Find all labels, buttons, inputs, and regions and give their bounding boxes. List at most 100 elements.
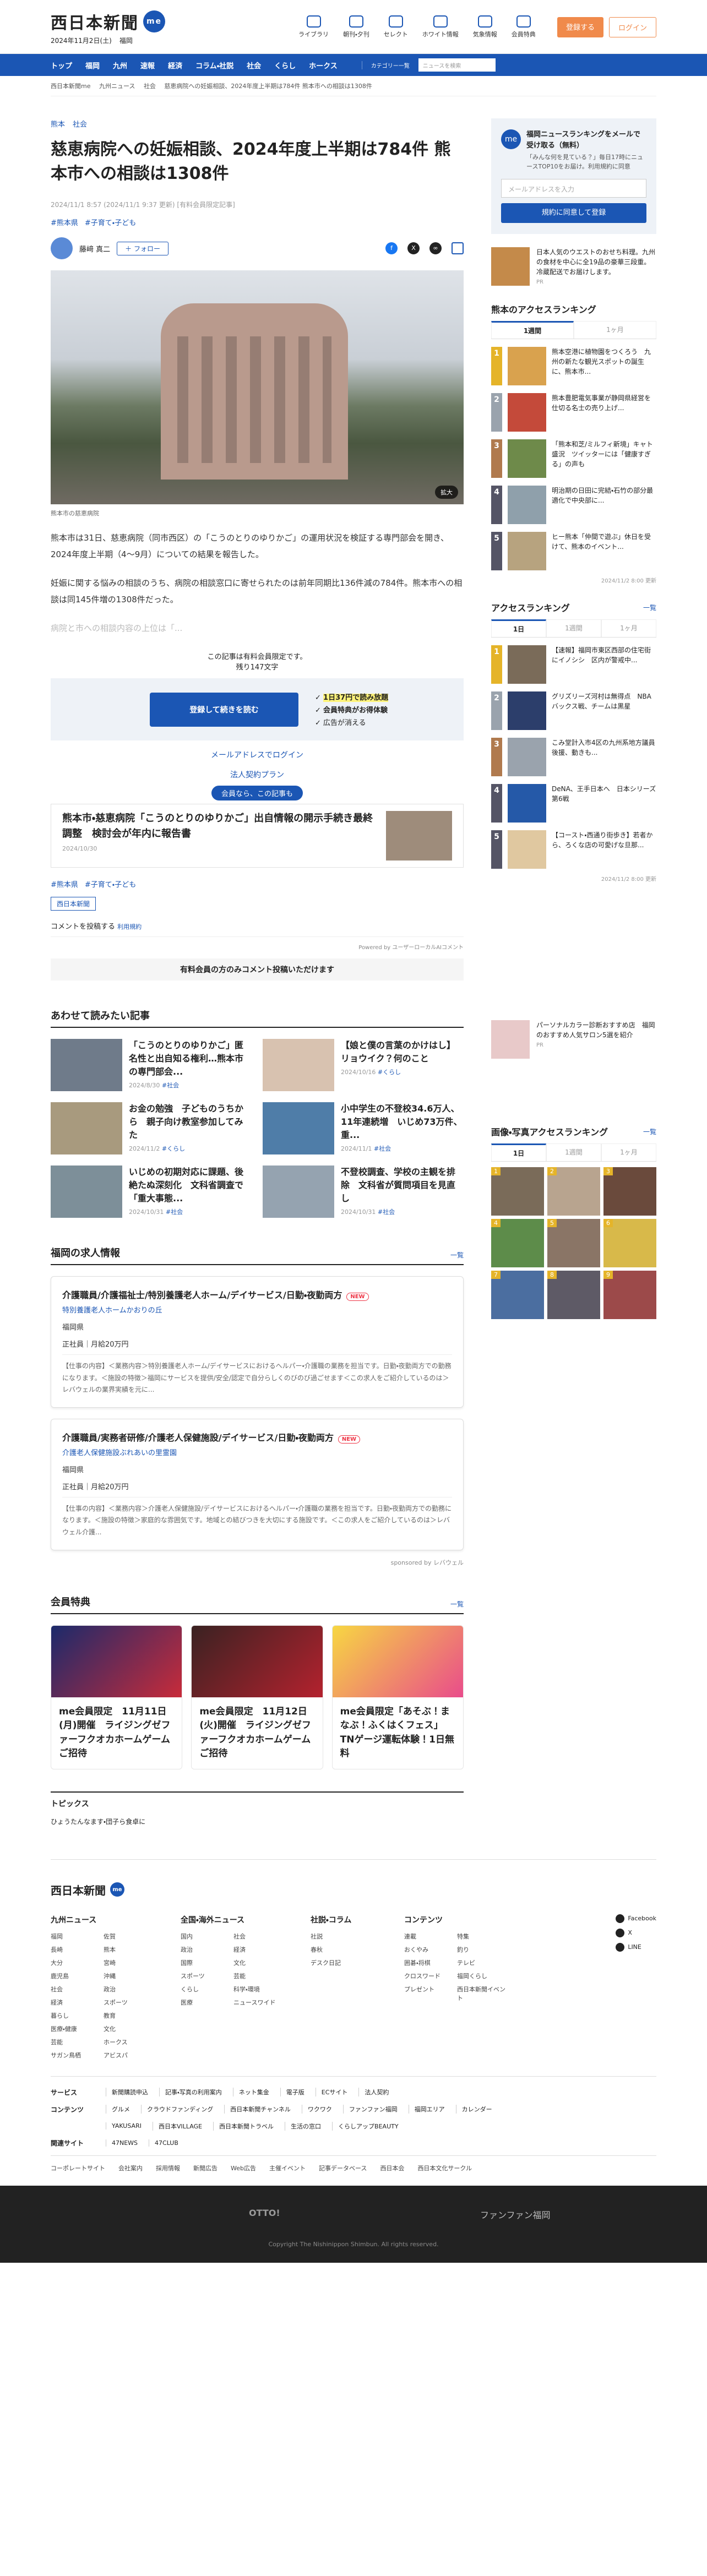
photo-thumb[interactable]: 9 xyxy=(603,1271,656,1319)
footer-corp-link[interactable]: 西日本文化サークル xyxy=(417,2164,472,2172)
pr-item[interactable]: 日本人気のウエストのおせち料理。九州の食材を中心に全19品の豪華三段重。冷蔵配送… xyxy=(491,247,656,286)
white-info-link[interactable]: ホワイト情報 xyxy=(422,15,459,39)
fanfan-logo[interactable]: ファンファン福岡 xyxy=(480,2208,551,2221)
paper-tag[interactable]: 西日本新聞 xyxy=(51,897,96,911)
member-card[interactable]: me会員限定 11月12日(火)開催 ライジングゼファーフクオカホームゲームご招… xyxy=(191,1625,323,1769)
footer-link[interactable]: デスク日記 xyxy=(311,1958,377,1967)
nav-top[interactable]: トップ xyxy=(51,60,85,70)
paper-link[interactable]: 朝刊・夕刊 xyxy=(343,15,369,39)
footer-link[interactable]: 長崎 xyxy=(51,1945,100,1954)
topic-item[interactable]: ひょうたんなます・団子ら食卓に xyxy=(51,1817,464,1826)
search-input[interactable]: ニュースを検索 xyxy=(418,58,496,72)
photo-thumb[interactable]: 3 xyxy=(603,1167,656,1216)
footer-link[interactable]: 記事・写真の利用案内 xyxy=(159,2088,222,2097)
read-item[interactable]: 【娘と僕の言葉のかけはし】リョウイク？何のこと 2024/10/16 #くらし xyxy=(263,1039,464,1091)
footer-link[interactable]: 47NEWS xyxy=(106,2139,138,2147)
otto-logo[interactable]: OTTO! xyxy=(249,2208,280,2218)
footer-link[interactable]: 西日本新聞トラベル xyxy=(213,2121,274,2131)
newsletter-register-button[interactable]: 規約に同意して登録 xyxy=(501,203,646,223)
footer-link[interactable]: 経済 xyxy=(51,1998,100,2007)
footer-link[interactable]: グルメ xyxy=(106,2105,130,2114)
read-item[interactable]: 不登校調査、学校の主観を排除 文科省が質問項目を見直し 2024/10/31 #… xyxy=(263,1166,464,1218)
footer-link[interactable]: 文化 xyxy=(233,1958,283,1967)
footer-link[interactable]: 社会 xyxy=(51,1985,100,1994)
photo-thumb[interactable]: 6 xyxy=(603,1219,656,1267)
footer-link[interactable]: くらし xyxy=(181,1985,230,1994)
nav-breaking[interactable]: 速報 xyxy=(140,60,168,70)
footer-link[interactable]: 生活の窓口 xyxy=(285,2121,321,2131)
footer-link[interactable]: 特集 xyxy=(457,1932,507,1941)
footer-link[interactable]: 政治 xyxy=(181,1945,230,1954)
footer-link[interactable]: クラウドファンディング xyxy=(141,2105,213,2114)
access-more-link[interactable]: 一覧 xyxy=(643,603,656,612)
footer-corp-link[interactable]: コーポレートサイト xyxy=(51,2164,105,2172)
read-item[interactable]: 「こうのとりのゆりかご」匿名性と出自知る権利…熊本市の専門部会... 2024/… xyxy=(51,1039,252,1091)
category-society[interactable]: 社会 xyxy=(73,118,87,129)
register-button[interactable]: 登録する xyxy=(557,17,603,37)
footer-link[interactable]: 47CLUB xyxy=(149,2139,178,2147)
footer-link[interactable]: ネット集金 xyxy=(232,2088,269,2097)
zoom-button[interactable]: 拡大 xyxy=(435,486,458,499)
footer-link[interactable]: ファンファン福岡 xyxy=(342,2105,398,2114)
nav-economy[interactable]: 経済 xyxy=(168,60,195,70)
bottom-tag-kumamoto[interactable]: #熊本県 xyxy=(51,879,78,889)
footer-link[interactable]: おくやみ xyxy=(404,1945,454,1954)
member-card[interactable]: me会員限定「あそぶ！まなぶ！ふくはくフェス」TNゲージ運転体験！1日無料 xyxy=(331,1625,464,1769)
select-link[interactable]: セレクト xyxy=(384,15,408,39)
member-card[interactable]: me会員限定 11月11日(月)開催 ライジングゼファーフクオカホームゲームご招… xyxy=(51,1625,183,1769)
terms-link[interactable]: 利用規約 xyxy=(117,923,142,930)
footer-link[interactable]: 沖縄 xyxy=(104,1972,153,1980)
ranking-item[interactable]: 5 ヒー熊本「仲間で遊ぶ」休日を受けて、熊本のイベント... xyxy=(491,532,656,570)
link-icon[interactable]: ∞ xyxy=(429,242,442,254)
ranking-item[interactable]: 2 グリズリーズ河村は無得点 NBAバックス戦、チームは黒星 xyxy=(491,691,656,730)
nav-fukuoka[interactable]: 福岡 xyxy=(85,60,113,70)
x-link[interactable]: X xyxy=(616,1928,656,1937)
nav-society[interactable]: 社会 xyxy=(247,60,274,70)
footer-link[interactable]: 西日本VILLAGE xyxy=(152,2121,202,2131)
job-card[interactable]: 介護職員/介護福祉士/特別養護老人ホーム/デイサービス/日勤・夜勤両方 NEW 特… xyxy=(51,1276,464,1408)
footer-link[interactable]: 科学・環境 xyxy=(233,1985,283,1994)
author-name[interactable]: 藤﨑 真二 xyxy=(79,243,110,254)
corporate-plan-link[interactable]: 法人契約プラン xyxy=(51,769,464,780)
photo-thumb[interactable]: 1 xyxy=(491,1167,544,1216)
tab-month[interactable]: 1ヶ月 xyxy=(601,619,656,637)
ranking-item[interactable]: 3 「熊本和芝/ミルフィ新境」キャト盛況 ツイッターには「健康すぎる」の声も xyxy=(491,439,656,478)
footer-link[interactable]: YAKUSARI xyxy=(106,2122,142,2130)
footer-link[interactable]: サガン鳥栖 xyxy=(51,2051,100,2060)
footer-link[interactable]: くらしアップBEAUTY xyxy=(332,2121,399,2131)
category-kumamoto[interactable]: 熊本 xyxy=(51,118,65,129)
weather-link[interactable]: 気象情報 xyxy=(473,15,497,39)
bookmark-icon[interactable] xyxy=(452,242,464,254)
footer-link[interactable]: 鹿児島 xyxy=(51,1972,100,1980)
footer-link[interactable]: 熊本 xyxy=(104,1945,153,1954)
photo-thumb[interactable]: 5 xyxy=(547,1219,600,1267)
footer-corp-link[interactable]: 主催イベント xyxy=(269,2164,306,2172)
footer-link[interactable]: 西日本新聞イベント xyxy=(457,1985,507,2002)
article-photo[interactable]: 拡大 xyxy=(51,270,464,504)
footer-link[interactable]: 釣り xyxy=(457,1945,507,1954)
crumb-kyushu[interactable]: 九州ニュース xyxy=(99,83,135,90)
footer-link[interactable]: 政治 xyxy=(104,1985,153,1994)
footer-link[interactable]: プレゼント xyxy=(404,1985,454,2002)
footer-link[interactable]: 法人契約 xyxy=(358,2088,389,2097)
photo-thumb[interactable]: 7 xyxy=(491,1271,544,1319)
footer-corp-link[interactable]: 西日本会 xyxy=(380,2164,404,2172)
member-benefits-link[interactable]: 会員特典 xyxy=(512,15,536,39)
category-menu-button[interactable]: カテゴリー一覧 xyxy=(361,61,410,69)
email-login-link[interactable]: メールアドレスでログイン xyxy=(51,749,464,760)
footer-link[interactable]: 国際 xyxy=(181,1958,230,1967)
footer-link[interactable]: 電子版 xyxy=(280,2088,304,2097)
tab-month[interactable]: 1ヶ月 xyxy=(574,321,656,339)
login-button[interactable]: ログイン xyxy=(608,17,656,37)
ranking-item[interactable]: 2 熊本豊肥電気事業が静岡県経営を仕切る名士の売り上げ... xyxy=(491,393,656,432)
footer-link[interactable]: クロスワード xyxy=(404,1972,454,1980)
footer-link[interactable]: 福岡エリア xyxy=(408,2105,445,2114)
footer-link[interactable]: ホークス xyxy=(104,2038,153,2046)
pr-item[interactable]: パーソナルカラー診断おすすめ店 福岡のおすすめ人気サロン5選を紹介 PR xyxy=(491,1020,656,1059)
footer-link[interactable]: 春秋 xyxy=(311,1945,377,1954)
footer-link[interactable]: 福岡くらし xyxy=(457,1972,507,1980)
footer-link[interactable]: 西日本新聞チャンネル xyxy=(224,2105,291,2114)
photo-thumb[interactable]: 2 xyxy=(547,1167,600,1216)
footer-link[interactable]: 連載 xyxy=(404,1932,454,1941)
footer-corp-link[interactable]: 採用情報 xyxy=(156,2164,180,2172)
